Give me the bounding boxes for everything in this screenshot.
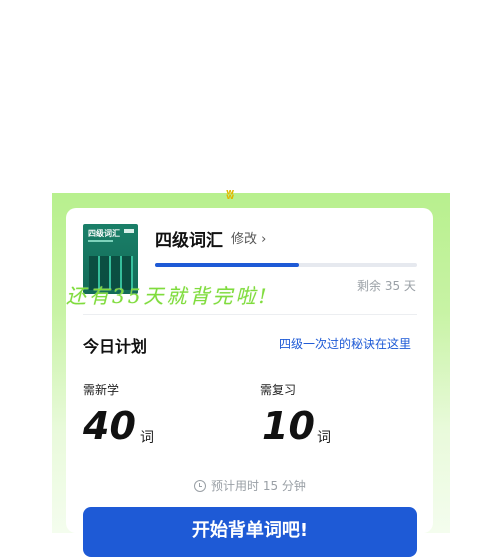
progress-fill [155, 263, 300, 267]
new-words-count: 40 [83, 404, 136, 448]
handwritten-note: 还有35天就背完啦! [66, 284, 270, 308]
cover-tag [124, 229, 134, 233]
cover-title: 四级词汇 [88, 229, 120, 238]
remaining-days: 剩余 35 天 [357, 279, 416, 293]
clock-icon [194, 479, 206, 492]
book-title: 四级词汇 [155, 231, 223, 251]
review-words-unit: 词 [317, 430, 331, 446]
new-words-unit: 词 [140, 430, 154, 446]
review-words-count: 10 [262, 404, 315, 448]
edit-book-link[interactable]: 修改 › [231, 228, 266, 247]
new-words-label: 需新学 [83, 383, 120, 397]
decorative-squiggle-icon: ʬ [226, 187, 235, 203]
time-estimate-text: 预计用时 15 分钟 [211, 479, 306, 493]
time-estimate-row: 预计用时 15 分钟 [194, 477, 306, 494]
start-learning-button[interactable]: 开始背单词吧! [83, 507, 417, 557]
today-plan-title: 今日计划 [83, 337, 148, 356]
review-words-label: 需复习 [260, 383, 297, 397]
cover-subtitle-bar [88, 240, 113, 242]
secret-tips-link[interactable]: 四级一次过的秘诀在这里 [279, 335, 411, 352]
progress-bar [155, 263, 417, 267]
divider [83, 314, 417, 315]
